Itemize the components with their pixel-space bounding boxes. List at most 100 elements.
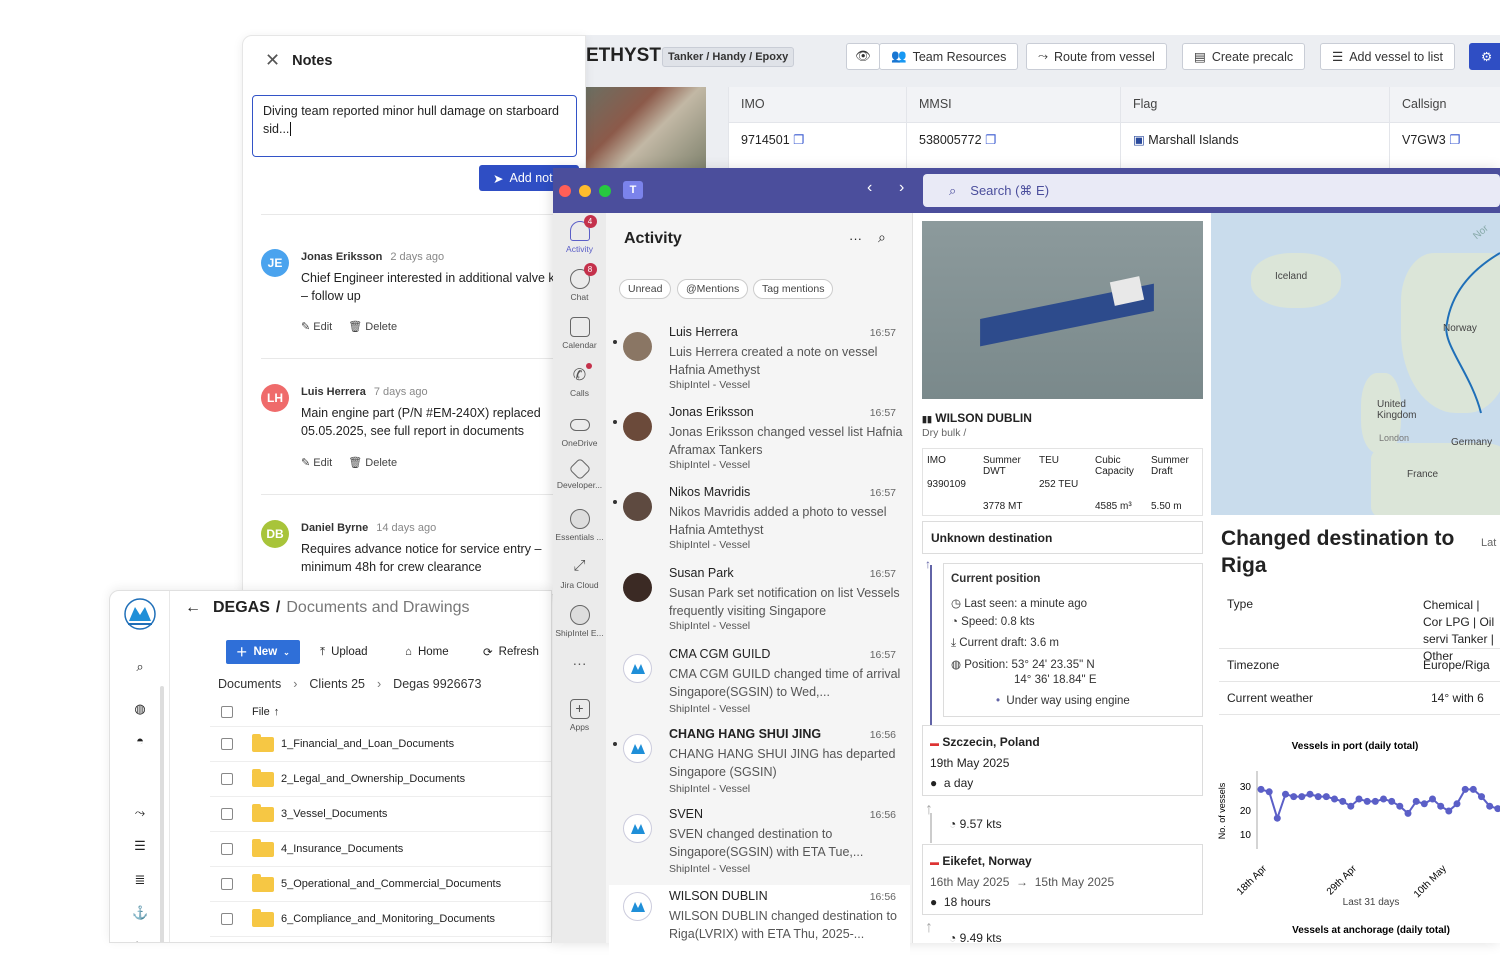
app-shipintel[interactable]: ShipIntel E... [553, 605, 606, 638]
search-icon[interactable]: ⌕ [878, 229, 886, 246]
send-icon: ➤ [493, 171, 504, 186]
activity-item[interactable]: Jonas Eriksson 16:57 Jonas Eriksson change… [609, 405, 910, 485]
watch-button[interactable]: 👁 [846, 43, 880, 70]
app-calendar[interactable]: Calendar [553, 317, 606, 350]
filter-tag-mentions[interactable]: Tag mentions [753, 279, 834, 299]
gear-icon: ⚙ [1481, 50, 1493, 64]
add-to-list-button[interactable]: ☰ Add vessel to list [1320, 43, 1456, 70]
plus-icon: ＋ [236, 647, 248, 659]
search-input[interactable]: ⌕ Search (⌘ E) [923, 174, 1500, 207]
page-title: ← DEGAS / Documents and Drawings [185, 599, 470, 617]
list-item[interactable]: 2_Legal_and_Ownership_Documents [210, 762, 551, 797]
team-resources-button[interactable]: 👥 Team Resources [879, 43, 1019, 70]
edit-button[interactable]: ✎ Edit [301, 320, 332, 333]
app-activity[interactable]: 4 Activity [553, 215, 606, 254]
map-label: France [1407, 469, 1439, 480]
select-all-checkbox[interactable] [221, 705, 233, 718]
chat-icon: 8 [569, 263, 597, 289]
list-item[interactable]: 6_Compliance_and_Monitoring_Documents [210, 902, 551, 937]
delete-button[interactable]: 🗑 Delete [348, 456, 397, 469]
row-checkbox[interactable] [221, 808, 233, 820]
close-icon[interactable]: ✕ [265, 50, 280, 71]
app-jira[interactable]: ⤢ Jira Cloud [553, 557, 606, 590]
port-call: ▬ Eikefet, Norway 16th May 2025 → 15th M… [922, 844, 1203, 915]
data-point [1363, 797, 1371, 805]
route-map[interactable]: Iceland Norway United Kingdom London Ger… [1211, 213, 1500, 523]
edit-button[interactable]: ✎ Edit [301, 456, 332, 469]
breadcrumb-item[interactable]: Clients 25 [309, 677, 365, 691]
home-button[interactable]: ⌂ Home [405, 640, 449, 664]
plus-icon: + [569, 699, 590, 719]
row-checkbox[interactable] [221, 773, 233, 785]
activity-item[interactable]: Nikos Mavridis 16:57 Nikos Mavridis added … [609, 485, 910, 565]
note-input[interactable]: Diving team reported minor hull damage o… [252, 95, 577, 157]
delete-button[interactable]: 🗑 Delete [348, 320, 397, 333]
data-point [1494, 805, 1500, 813]
tasks-icon[interactable]: ≣ [132, 872, 148, 888]
route-icon[interactable]: ⤳ [132, 805, 148, 821]
globe-icon[interactable]: ◍ [132, 701, 148, 717]
avatar: JE [261, 249, 289, 277]
app-store[interactable]: + Apps [553, 699, 606, 732]
data-point [1420, 800, 1428, 808]
list-icon: ☰ [1332, 50, 1344, 64]
more-apps-icon[interactable]: ··· [553, 655, 606, 671]
list-item[interactable]: 5_Operational_and_Commercial_Documents [210, 867, 551, 902]
second-chart-title: Vessels at anchorage (daily total) [1292, 925, 1450, 935]
list-item[interactable]: 1_Financial_and_Loan_Documents [210, 727, 551, 762]
new-button[interactable]: ＋ New ⌄ [226, 640, 300, 664]
list-item[interactable]: 4_Insurance_Documents [210, 832, 551, 867]
close-window-button[interactable] [559, 185, 571, 197]
app-developer[interactable]: Developer... [553, 457, 606, 490]
breadcrumb-item[interactable]: Degas 9926673 [393, 677, 481, 691]
search-icon[interactable]: ⌕ [132, 659, 148, 675]
list-item[interactable]: 3_Vessel_Documents [210, 797, 551, 832]
activity-item[interactable]: CMA CGM GUILD 16:57 CMA CGM GUILD changed … [609, 647, 910, 727]
series-line [1260, 788, 1500, 822]
note-time: 7 days ago [373, 386, 428, 398]
settings-button[interactable]: ⚙ [1469, 43, 1500, 70]
route-icon: ⤳ [1038, 49, 1049, 63]
activity-item[interactable]: Luis Herrera 16:57 Luis Herrera created a … [609, 325, 910, 405]
title-bar: T ‹ › ⌕ Search (⌘ E) [553, 168, 1500, 213]
row-checkbox[interactable] [221, 843, 233, 855]
row-checkbox[interactable] [221, 878, 233, 890]
upload-button[interactable]: ⤒ Upload [320, 640, 368, 664]
teams-window: T ‹ › ⌕ Search (⌘ E) 4 Activity 8 Chat Cale… [553, 168, 1500, 965]
route-button[interactable]: ⤳ Route from vessel [1026, 43, 1167, 70]
app-essentials[interactable]: Essentials ... [553, 509, 606, 542]
forward-icon[interactable]: › [899, 179, 904, 197]
more-options-icon[interactable]: ··· [849, 231, 862, 246]
vessel-type: Dry bulk / [922, 427, 967, 439]
back-icon[interactable]: ← [185, 599, 201, 617]
activity-title: Activity [624, 230, 682, 247]
list-icon[interactable]: ☰ [132, 838, 148, 854]
anchor-icon[interactable]: ⚓ [132, 905, 148, 921]
sort-asc-icon: ↑ [273, 705, 280, 718]
app-onedrive[interactable]: OneDrive [553, 413, 606, 448]
filter-mentions[interactable]: @Mentions [677, 279, 749, 299]
flag-icon: ▣ [1133, 133, 1145, 147]
activity-item[interactable]: CHANG HANG SHUI JING 16:56 CHANG HANG SHUI… [609, 727, 910, 807]
app-calls[interactable]: ✆ Calls [553, 363, 606, 398]
chart-icon[interactable]: ↘ [132, 937, 148, 942]
copy-icon: ❐ [793, 133, 805, 147]
activity-item-selected[interactable]: WILSON DUBLIN 16:56 WILSON DUBLIN changed … [609, 885, 910, 965]
back-icon[interactable]: ‹ [867, 179, 872, 197]
row-checkbox[interactable] [221, 738, 233, 750]
scrollbar[interactable] [160, 686, 164, 942]
filter-unread[interactable]: Unread [619, 279, 672, 299]
data-point [1331, 795, 1338, 803]
vessel-ids-table: IMO 9714501 ❐ MMSI 538005772 ❐ Flag ▣ Marsh… [728, 87, 1500, 175]
activity-item[interactable]: Susan Park 16:57 Susan Park set notificati… [609, 566, 910, 646]
minimize-window-button[interactable] [579, 185, 591, 197]
app-chat[interactable]: 8 Chat [553, 263, 606, 302]
bell-icon[interactable]: ◓ [132, 733, 148, 749]
breadcrumb-item[interactable]: Documents [218, 677, 281, 691]
refresh-button[interactable]: ⟳ Refresh [483, 640, 539, 664]
maximize-window-button[interactable] [599, 185, 611, 197]
create-precalc-button[interactable]: ▤ Create precalc [1182, 43, 1306, 70]
activity-item[interactable]: SVEN 16:56 SVEN changed destination to Sin… [609, 807, 910, 887]
row-checkbox[interactable] [221, 913, 233, 925]
avatar: LH [261, 384, 289, 412]
